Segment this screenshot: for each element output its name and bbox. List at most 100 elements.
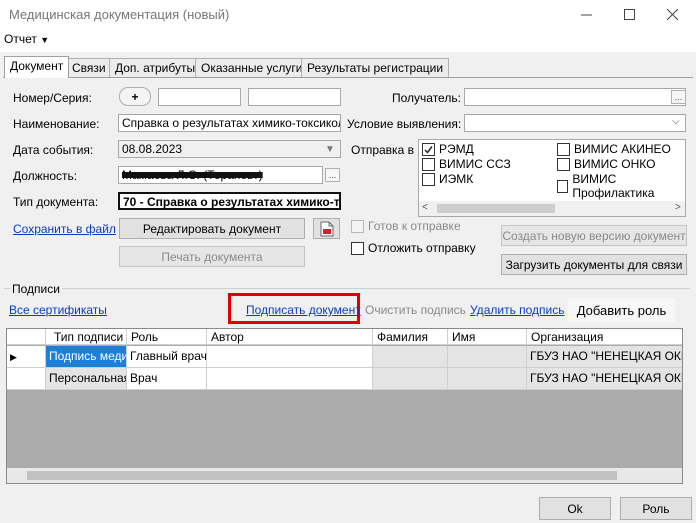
table-row-1-first-name[interactable]: [448, 346, 527, 368]
table-row-2-author[interactable]: [207, 368, 373, 390]
checkbox[interactable]: [351, 219, 364, 233]
add-number-button[interactable]: +: [119, 87, 151, 106]
column-signature-type[interactable]: Тип подписи: [46, 329, 127, 345]
checkbox[interactable]: [557, 157, 570, 171]
tab-document[interactable]: Документ: [4, 56, 70, 78]
send-target-label: ИЭМК: [439, 172, 474, 186]
add-role-button[interactable]: Добавить роль: [567, 297, 676, 323]
send-target-vimis-prof[interactable]: ВИМИС Профилактика: [557, 172, 683, 200]
checkbox[interactable]: [557, 179, 569, 193]
clear-signature-link[interactable]: Очистить подпись: [365, 303, 466, 317]
tab-services[interactable]: Оказанные услуги: [195, 58, 309, 77]
print-document-button[interactable]: Печать документа: [119, 246, 305, 267]
column-role[interactable]: Роль: [127, 329, 207, 345]
series-input[interactable]: [248, 88, 341, 106]
row-indicator[interactable]: ▶: [7, 346, 46, 368]
send-target-label: ВИМИС АКИНЕО: [574, 142, 671, 156]
scrollbar-thumb[interactable]: [437, 204, 555, 213]
send-targets-scrollbar[interactable]: < >: [419, 201, 685, 216]
event-date-value: 08.08.2023: [122, 142, 183, 156]
condition-select[interactable]: [464, 114, 686, 132]
all-certificates-link[interactable]: Все сертификаты: [9, 303, 107, 317]
send-target-vimis-akineo[interactable]: ВИМИС АКИНЕО: [557, 142, 671, 156]
position-browse-button[interactable]: ...: [325, 168, 340, 182]
tab-extra-attributes[interactable]: Доп. атрибуты: [109, 58, 202, 77]
column-author[interactable]: Автор: [207, 329, 373, 345]
pdf-export-button[interactable]: [313, 218, 340, 239]
doc-type-label: Тип документа:: [13, 195, 99, 209]
create-new-version-button[interactable]: Создать новую версию документ: [501, 225, 687, 246]
recipient-input[interactable]: [464, 88, 686, 106]
postpone-send-label: Отложить отправку: [368, 241, 476, 255]
number-label: Номер/Серия:: [13, 91, 92, 105]
delete-signature-link[interactable]: Удалить подпись: [470, 303, 565, 317]
table-row-1-author[interactable]: [207, 346, 373, 368]
minimize-button[interactable]: [566, 0, 606, 28]
doc-type-input[interactable]: 70 - Справка о результатах химико-токсик…: [118, 192, 341, 210]
table-row-2-first-name[interactable]: [448, 368, 527, 390]
checkbox[interactable]: [557, 142, 570, 156]
checkbox[interactable]: [422, 142, 435, 156]
ok-button[interactable]: Ok: [539, 497, 611, 520]
grid-row-header-corner: [7, 329, 46, 345]
tab-links[interactable]: Связи: [66, 58, 112, 77]
event-date-label: Дата события:: [13, 143, 94, 157]
scrollbar-thumb[interactable]: [27, 471, 617, 480]
close-button[interactable]: [652, 0, 692, 28]
sign-document-link[interactable]: Подписать документ: [246, 303, 361, 317]
signatures-grid[interactable]: Тип подписи Роль Автор Фамилия Имя Орган…: [6, 328, 683, 484]
menu-report-label: Отчет: [4, 32, 37, 46]
checkbox[interactable]: [422, 157, 435, 171]
table-row-1-type[interactable]: Подпись медицинского работника: [46, 346, 127, 368]
table-row-1-surname[interactable]: [373, 346, 448, 368]
name-input[interactable]: Справка о результатах химико-токсикологи…: [118, 114, 341, 132]
position-input[interactable]: Мамаева Л.С. (Терапевт): [118, 166, 323, 184]
roles-button[interactable]: Роль: [620, 497, 692, 520]
chevron-right-icon[interactable]: >: [675, 202, 681, 213]
send-to-label: Отправка в: [351, 143, 414, 157]
send-target-label: РЭМД: [439, 142, 474, 156]
send-target-iemk[interactable]: ИЭМК: [422, 172, 473, 186]
row-indicator[interactable]: [7, 368, 46, 390]
maximize-icon: [623, 8, 635, 20]
grid-scrollbar[interactable]: [7, 468, 682, 483]
pdf-file-icon: [320, 221, 333, 236]
table-row-2-role[interactable]: Врач: [127, 368, 207, 390]
send-target-vimis-onko[interactable]: ВИМИС ОНКО: [557, 157, 655, 171]
column-organization[interactable]: Организация: [527, 329, 682, 345]
table-row-2-type[interactable]: Персональная подпись: [46, 368, 127, 390]
send-target-remd[interactable]: РЭМД: [422, 142, 474, 156]
menu-report[interactable]: Отчет ▼: [4, 32, 49, 46]
recipient-browse-button[interactable]: ...: [671, 90, 686, 104]
edit-document-button[interactable]: Редактировать документ: [119, 218, 305, 239]
minimize-icon: [580, 14, 592, 15]
send-target-vimis-ssz[interactable]: ВИМИС ССЗ: [422, 157, 511, 171]
postpone-send-checkbox[interactable]: Отложить отправку: [351, 241, 476, 255]
table-row-2-organization[interactable]: ГБУЗ НАО "НЕНЕЦКАЯ ОКРУЖНАЯ БОЛЬНИЦА": [527, 368, 682, 390]
table-row-2-surname[interactable]: [373, 368, 448, 390]
chevron-down-icon[interactable]: ▼: [322, 141, 338, 157]
chevron-down-icon: ▼: [40, 35, 50, 45]
save-to-file-link[interactable]: Сохранить в файл: [13, 222, 116, 236]
send-targets-list[interactable]: РЭМД ВИМИС АКИНЕО ВИМИС ССЗ ВИМИС ОНКО И…: [418, 139, 686, 217]
checkbox[interactable]: [422, 172, 435, 186]
column-first-name[interactable]: Имя: [448, 329, 527, 345]
chevron-left-icon[interactable]: <: [422, 202, 428, 213]
menu-bar: [0, 28, 696, 52]
ready-to-send-checkbox[interactable]: Готов к отправке: [351, 219, 461, 233]
column-surname[interactable]: Фамилия: [373, 329, 448, 345]
checkmark-icon: [424, 145, 433, 154]
event-date-input[interactable]: 08.08.2023: [118, 140, 341, 158]
number-input[interactable]: [158, 88, 241, 106]
send-target-label: ВИМИС ОНКО: [574, 157, 656, 171]
tab-registration-results[interactable]: Результаты регистрации: [301, 58, 450, 77]
chevron-down-icon: ⌵: [672, 116, 680, 127]
upload-linked-docs-button[interactable]: Загрузить документы для связи: [501, 254, 687, 275]
position-value: Мамаева Л.С. (Терапевт): [122, 168, 263, 182]
table-row-1-role[interactable]: Главный врач: [127, 346, 207, 368]
table-row-1-organization[interactable]: ГБУЗ НАО "НЕНЕЦКАЯ ОКРУЖНАЯ БОЛЬНИЦА": [527, 346, 682, 368]
checkbox[interactable]: [351, 241, 364, 255]
row-pointer-icon: ▶: [10, 352, 17, 362]
maximize-button[interactable]: [609, 0, 649, 28]
signatures-divider: [4, 288, 690, 289]
